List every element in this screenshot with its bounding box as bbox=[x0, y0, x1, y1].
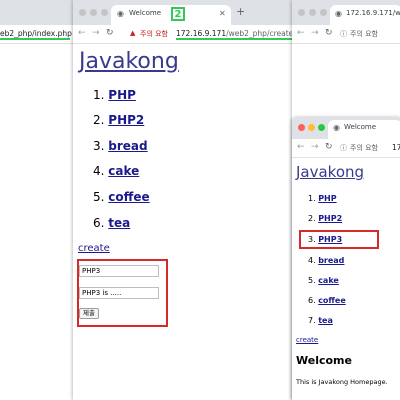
tab-close-icon[interactable]: ✕ bbox=[219, 9, 226, 18]
close-dot[interactable] bbox=[298, 124, 305, 131]
maximize-dot[interactable] bbox=[101, 9, 108, 16]
forward-arrow-icon[interactable]: → bbox=[311, 28, 319, 38]
topic-link[interactable]: cake bbox=[318, 276, 339, 285]
security-warning-text[interactable]: 주의 요함 bbox=[140, 29, 168, 39]
left-tab-strip bbox=[0, 0, 73, 25]
list-item: 4. bread bbox=[308, 256, 345, 265]
right-browser-window: ◉ Welcome ← → ↻ ⓘ 주의 요함 17 Javakong 1. P… bbox=[292, 117, 400, 400]
submit-button[interactable]: 제출 bbox=[79, 308, 99, 319]
list-item: 2. PHP2 bbox=[308, 214, 343, 223]
right-back-address-bar: ← → ↻ ⓘ 주의 요함 bbox=[292, 25, 400, 44]
back-arrow-icon[interactable]: ← bbox=[297, 142, 305, 152]
minimize-dot[interactable] bbox=[309, 9, 316, 16]
minimize-dot[interactable] bbox=[308, 124, 315, 131]
left-url-text[interactable]: eb2_php/index.php bbox=[0, 29, 72, 38]
topic-link[interactable]: PHP2 bbox=[318, 214, 342, 223]
left-address-bar[interactable]: eb2_php/index.php bbox=[0, 25, 73, 44]
tab-back[interactable]: ◉ 172.16.9.171/web2_ph bbox=[330, 5, 400, 25]
topic-link[interactable]: coffee bbox=[108, 190, 149, 204]
maximize-dot[interactable] bbox=[320, 9, 327, 16]
url-host: 172.16.9.171 bbox=[176, 29, 227, 38]
site-title-link[interactable]: Javakong bbox=[296, 163, 364, 181]
create-link[interactable]: create bbox=[78, 243, 110, 254]
welcome-heading: Welcome bbox=[296, 354, 352, 367]
right-tab-strip: ◉ Welcome bbox=[292, 117, 400, 139]
welcome-body-text: This is Javakong Homepage. bbox=[296, 378, 388, 386]
right-back-tab-strip: ◉ 172.16.9.171/web2_ph bbox=[292, 0, 400, 25]
info-text[interactable]: 주의 요함 bbox=[350, 29, 378, 39]
topic-link[interactable]: PHP bbox=[108, 88, 136, 102]
topic-link[interactable]: PHP2 bbox=[108, 113, 144, 127]
globe-icon: ◉ bbox=[117, 9, 124, 18]
list-item: 5. cake bbox=[308, 276, 339, 285]
topic-link[interactable]: tea bbox=[108, 216, 130, 230]
back-arrow-icon[interactable]: ← bbox=[78, 28, 86, 38]
globe-icon: ◉ bbox=[333, 123, 340, 132]
right-address-bar: ← → ↻ ⓘ 주의 요함 17 bbox=[292, 139, 400, 158]
globe-icon: ◉ bbox=[335, 9, 342, 18]
reload-icon[interactable]: ↻ bbox=[325, 28, 333, 38]
list-item: 4. cake bbox=[93, 164, 140, 178]
url-path: /web2_php/create.php bbox=[226, 29, 292, 38]
close-dot[interactable] bbox=[79, 9, 86, 16]
description-input[interactable] bbox=[79, 287, 159, 299]
forward-arrow-icon[interactable]: → bbox=[92, 28, 100, 38]
list-item: 3. bread bbox=[93, 139, 148, 153]
tab-title: Welcome bbox=[129, 9, 162, 17]
list-item: 6. tea bbox=[93, 216, 131, 230]
info-icon[interactable]: ⓘ bbox=[340, 29, 347, 39]
info-text[interactable]: 주의 요함 bbox=[350, 143, 378, 153]
minimize-dot[interactable] bbox=[90, 9, 97, 16]
site-title-link[interactable]: Javakong bbox=[79, 49, 179, 74]
topic-link[interactable]: tea bbox=[318, 316, 333, 325]
tab-title: Welcome bbox=[344, 123, 377, 131]
left-browser-window: eb2_php/index.php bbox=[0, 0, 73, 400]
close-dot[interactable] bbox=[298, 9, 305, 16]
back-arrow-icon[interactable]: ← bbox=[297, 28, 305, 38]
main-address-bar: ← → ↻ ▲ 주의 요함 172.16.9.171/web2_php/crea… bbox=[73, 25, 292, 44]
reload-icon[interactable]: ↻ bbox=[106, 28, 114, 38]
list-item: 1. PHP bbox=[308, 194, 337, 203]
title-input[interactable] bbox=[79, 265, 159, 277]
list-item: 7. tea bbox=[308, 316, 333, 325]
topic-link[interactable]: coffee bbox=[318, 296, 346, 305]
url-text[interactable]: 172.16.9.171/web2_php/create.php bbox=[176, 29, 292, 38]
security-warning-icon[interactable]: ▲ bbox=[130, 29, 135, 37]
reload-icon[interactable]: ↻ bbox=[325, 142, 333, 152]
list-item: 5. coffee bbox=[93, 190, 150, 204]
new-item-highlight-box bbox=[299, 230, 379, 249]
topic-link[interactable]: PHP bbox=[318, 194, 336, 203]
tab-welcome[interactable]: ◉ Welcome bbox=[328, 120, 400, 139]
create-link[interactable]: create bbox=[296, 336, 318, 344]
info-icon[interactable]: ⓘ bbox=[340, 143, 347, 153]
topic-link[interactable]: cake bbox=[108, 164, 139, 178]
left-url-highlight bbox=[0, 38, 70, 40]
url-text[interactable]: 17 bbox=[392, 143, 400, 152]
main-browser-window: ◉ Welcome ✕ + ← → ↻ ▲ 주의 요함 172.16.9.171… bbox=[73, 0, 292, 400]
maximize-dot[interactable] bbox=[318, 124, 325, 131]
new-tab-icon[interactable]: + bbox=[236, 5, 245, 18]
tab-url-title: 172.16.9.171/web2_ph bbox=[346, 9, 400, 17]
forward-arrow-icon[interactable]: → bbox=[311, 142, 319, 152]
list-item: 6. coffee bbox=[308, 296, 346, 305]
url-highlight bbox=[176, 38, 292, 40]
topic-link[interactable]: bread bbox=[318, 256, 344, 265]
list-item: 2. PHP2 bbox=[93, 113, 145, 127]
step-badge: 2 bbox=[171, 7, 185, 21]
topic-link[interactable]: bread bbox=[108, 139, 147, 153]
list-item: 1. PHP bbox=[93, 88, 136, 102]
